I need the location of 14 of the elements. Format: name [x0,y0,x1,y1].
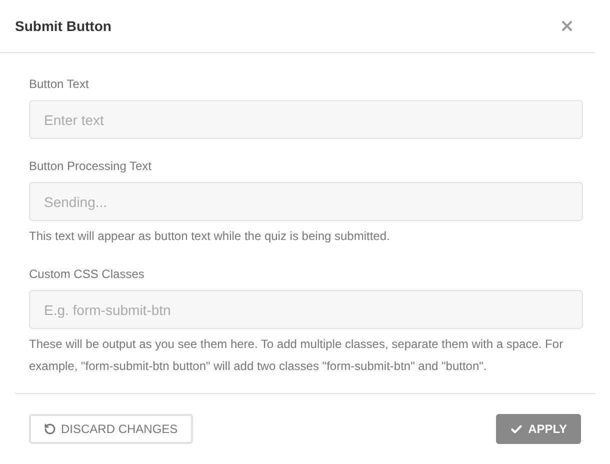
apply-button[interactable]: APPLY [496,414,581,444]
field-label: Custom CSS Classes [29,266,146,283]
check-icon [510,422,524,436]
discard-changes-button[interactable]: DISCARD CHANGES [29,414,193,444]
text-field[interactable]: E.g. form-submit-btn [29,290,583,329]
dialog-title: Submit Button [15,16,112,36]
help-text: This text will appear as button text while the quiz is being submitted. [29,228,391,245]
field-label: Button Processing Text [29,158,153,175]
field-label: Button Text [29,76,90,93]
help-text: These will be output as you see them here. To add multiple classes, separate them with a space. For example, "form-submit-btn button" will add two classes "form-submit-btn" and "button". [29,336,564,375]
text-field[interactable]: Enter text [29,100,583,139]
close-icon[interactable] [559,18,575,34]
text-field[interactable]: Sending... [29,182,583,221]
undo-icon [44,423,56,435]
